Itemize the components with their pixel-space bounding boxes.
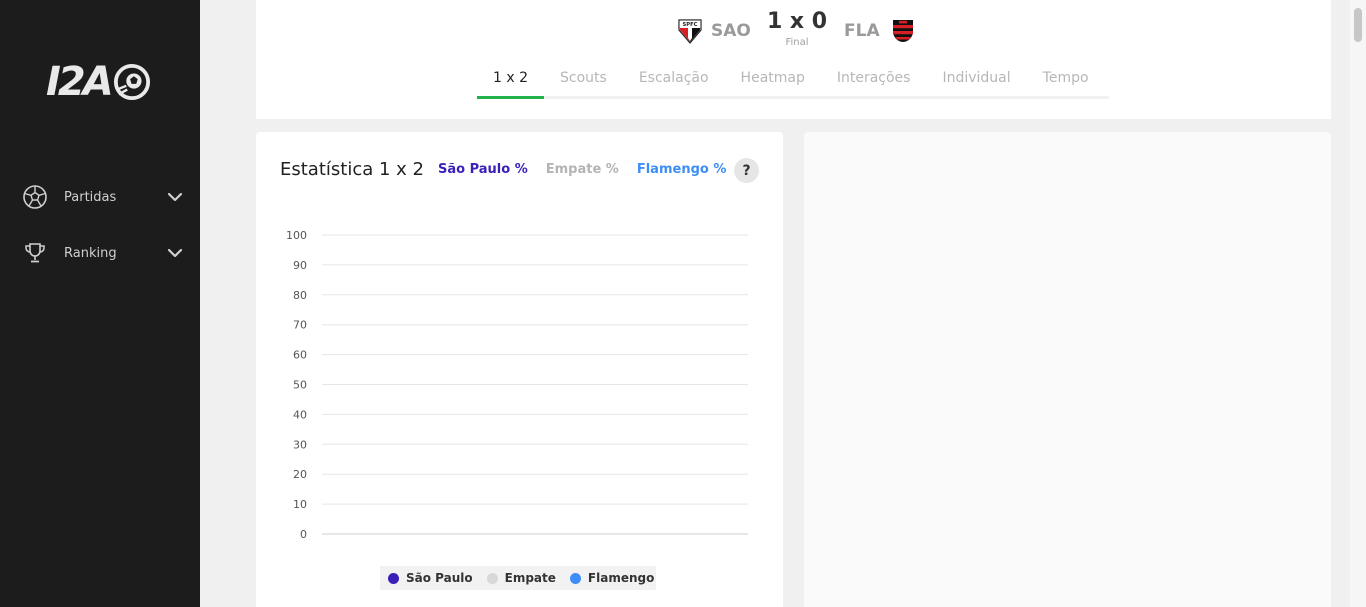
tab-interacoes[interactable]: Interações <box>821 66 927 99</box>
sidebar-item-partidas[interactable]: Partidas <box>22 182 184 212</box>
sidebar-item-label: Ranking <box>64 245 117 261</box>
scoreboard: SPFC SAO 1 x 0 Final FLA <box>256 8 1331 54</box>
y-tick-label: 20 <box>293 468 307 481</box>
legend-dot <box>486 572 498 584</box>
legend-label: Flamengo <box>587 571 655 585</box>
match-header: SPFC SAO 1 x 0 Final FLA 1 x 2 Scouts Es… <box>256 0 1331 119</box>
scrollbar-thumb[interactable] <box>1354 8 1362 42</box>
y-tick-label: 100 <box>286 229 307 242</box>
team-away-abbr: FLA <box>844 21 880 41</box>
filter-sao-paulo[interactable]: São Paulo % <box>438 162 528 177</box>
brand-logo[interactable]: I2A <box>46 58 156 106</box>
y-tick-label: 0 <box>300 528 307 541</box>
filter-empate[interactable]: Empate % <box>546 162 619 177</box>
legend-label: São Paulo <box>406 571 473 585</box>
series-filters: São Paulo % Empate % Flamengo % <box>438 162 726 177</box>
team-home[interactable]: SPFC SAO <box>677 18 751 44</box>
tab-individual[interactable]: Individual <box>926 66 1026 99</box>
legend-label: Empate <box>504 571 556 585</box>
legend-dot <box>388 572 399 584</box>
y-tick-label: 90 <box>293 259 307 272</box>
y-tick-label: 40 <box>293 408 307 421</box>
y-tick-label: 80 <box>293 289 307 302</box>
flamengo-crest-icon <box>892 20 913 42</box>
tab-escalacao[interactable]: Escalação <box>623 66 725 99</box>
chart-legend: São Paulo Empate Flamengo <box>380 566 657 590</box>
tab-1x2[interactable]: 1 x 2 <box>477 66 544 99</box>
match-status: Final <box>785 37 809 48</box>
y-tick-label: 60 <box>293 349 307 362</box>
y-tick-label: 70 <box>293 319 307 332</box>
trophy-icon <box>22 240 48 266</box>
soccer-ball-logo-icon <box>113 63 150 101</box>
score-value: 1 x 0 <box>766 9 828 34</box>
chevron-down-icon <box>167 192 183 202</box>
crest-text: SPFC <box>683 22 698 28</box>
legend-item-empate[interactable]: Empate <box>486 571 556 585</box>
y-tick-label: 30 <box>293 438 307 451</box>
chevron-down-icon <box>167 248 183 258</box>
secondary-panel <box>804 132 1331 607</box>
y-tick-label: 50 <box>293 379 307 392</box>
sidebar-item-label: Partidas <box>64 189 117 205</box>
tab-tempo[interactable]: Tempo <box>1027 66 1105 99</box>
stats-card: Estatística 1 x 2 São Paulo % Empate % F… <box>256 132 783 607</box>
filter-flamengo[interactable]: Flamengo % <box>637 162 727 177</box>
legend-dot <box>569 572 581 584</box>
sidebar-item-ranking[interactable]: Ranking <box>22 238 184 268</box>
brand-logo-text: I2A <box>46 59 114 105</box>
team-home-abbr: SAO <box>711 21 751 41</box>
legend-item-sao-paulo[interactable]: São Paulo <box>388 571 473 585</box>
tab-heatmap[interactable]: Heatmap <box>725 66 821 99</box>
sidebar: I2A Partidas Ranking <box>0 0 200 607</box>
probability-chart: 0 10 20 30 40 50 60 70 80 90 100 <box>286 229 748 541</box>
soccer-ball-icon <box>22 184 48 210</box>
legend-item-flamengo[interactable]: Flamengo <box>569 571 655 585</box>
match-tabs: 1 x 2 Scouts Escalação Heatmap Interaçõe… <box>477 66 1109 99</box>
tab-scouts[interactable]: Scouts <box>544 66 623 99</box>
match-score: 1 x 0 Final <box>762 8 832 50</box>
y-tick-label: 10 <box>293 498 307 511</box>
help-button[interactable]: ? <box>734 158 759 183</box>
chart-title: Estatística 1 x 2 <box>280 159 424 180</box>
team-away[interactable]: FLA <box>844 18 916 44</box>
sao-paulo-crest-icon: SPFC <box>678 19 702 44</box>
page-scrollbar[interactable] <box>1350 0 1366 607</box>
